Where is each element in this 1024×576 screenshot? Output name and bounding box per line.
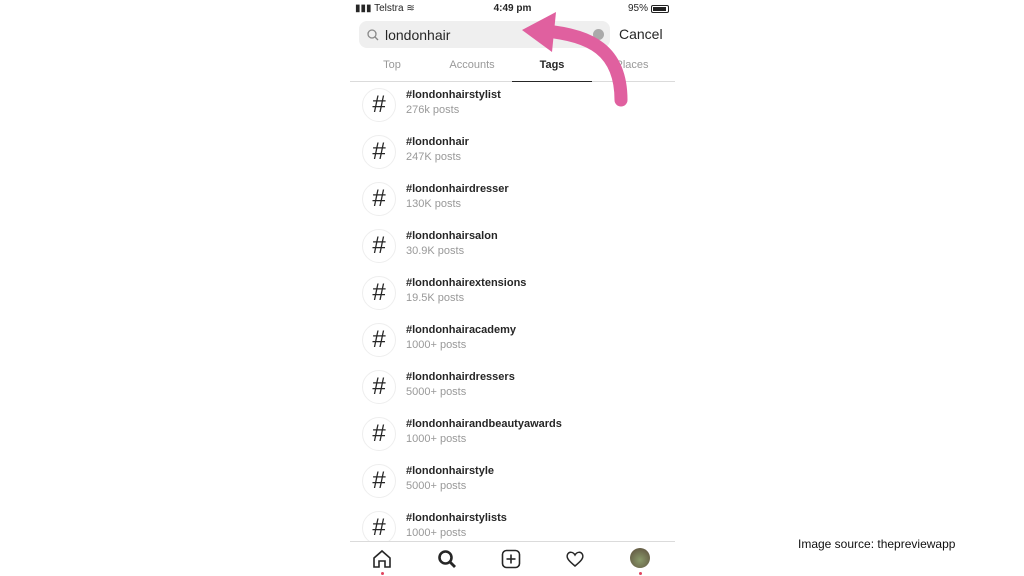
tab-tags[interactable]: Tags [512, 59, 592, 71]
phone-screen: ▮▮▮ Telstra ≋ 4:49 pm 95% londonhair Can… [350, 0, 675, 576]
list-item[interactable]: # #londonhair 247K posts [362, 133, 662, 173]
hashtag-icon: # [362, 182, 396, 216]
list-item[interactable]: # #londonhairstyle 5000+ posts [362, 462, 662, 502]
hashtag-name: #londonhairandbeautyawards [406, 418, 562, 430]
battery: 95% [628, 3, 669, 14]
hashtag-name: #londonhairstylist [406, 89, 501, 101]
clock: 4:49 pm [493, 3, 532, 14]
hashtag-icon: # [362, 276, 396, 310]
hashtag-name: #londonhairacademy [406, 324, 517, 336]
cancel-button[interactable]: Cancel [619, 26, 663, 42]
post-count: 276k posts [406, 104, 460, 116]
post-count: 247K posts [406, 151, 462, 163]
bottom-nav [350, 541, 675, 576]
profile-avatar[interactable] [630, 548, 650, 568]
search-query[interactable]: londonhair [385, 27, 450, 43]
hashtag-name: #londonhairdresser [406, 183, 509, 195]
hashtag-icon: # [362, 370, 396, 404]
post-count: 5000+ posts [406, 386, 467, 398]
list-item[interactable]: # #londonhairdressers 5000+ posts [362, 368, 662, 408]
post-count: 130K posts [406, 198, 462, 210]
search-icon[interactable] [436, 548, 458, 570]
home-icon[interactable] [371, 548, 393, 570]
post-count: 1000+ posts [406, 433, 467, 445]
hashtag-icon: # [362, 135, 396, 169]
heart-icon[interactable] [564, 548, 586, 570]
active-tab-indicator [512, 81, 592, 82]
home-notification-dot [381, 572, 384, 575]
hashtag-icon: # [362, 511, 396, 545]
hashtag-icon: # [362, 323, 396, 357]
post-count: 30.9K posts [406, 245, 465, 257]
post-count: 1000+ posts [406, 527, 467, 539]
list-item[interactable]: # #londonhairsalon 30.9K posts [362, 227, 662, 267]
search-tabs: Top Accounts Tags Places [350, 52, 675, 82]
post-count: 5000+ posts [406, 480, 467, 492]
tab-places[interactable]: Places [592, 59, 672, 71]
hashtag-icon: # [362, 229, 396, 263]
status-bar: ▮▮▮ Telstra ≋ 4:49 pm 95% [350, 0, 675, 16]
search-icon [367, 28, 379, 40]
image-credit: Image source: thepreviewapp [798, 537, 956, 551]
list-item[interactable]: # #londonhairextensions 19.5K posts [362, 274, 662, 314]
tab-accounts[interactable]: Accounts [432, 59, 512, 71]
hashtag-name: #londonhairextensions [406, 277, 527, 289]
list-item[interactable]: # #londonhairandbeautyawards 1000+ posts [362, 415, 662, 455]
list-item[interactable]: # #londonhairdresser 130K posts [362, 180, 662, 220]
hashtag-name: #londonhairdressers [406, 371, 515, 383]
post-count: 1000+ posts [406, 339, 467, 351]
list-item[interactable]: # #londonhairstylist 276k posts [362, 86, 662, 126]
hashtag-name: #londonhairstyle [406, 465, 495, 477]
battery-icon [651, 4, 669, 13]
hashtag-name: #londonhairsalon [406, 230, 498, 242]
search-input[interactable]: londonhair [359, 21, 610, 48]
profile-notification-dot [639, 572, 642, 575]
post-count: 19.5K posts [406, 292, 465, 304]
battery-percent: 95% [627, 3, 648, 14]
add-post-icon[interactable] [500, 548, 522, 570]
hashtag-icon: # [362, 417, 396, 451]
hashtag-icon: # [362, 88, 396, 122]
clear-search-icon[interactable] [593, 29, 604, 40]
hashtag-name: #londonhair [406, 136, 469, 148]
list-item[interactable]: # #londonhairacademy 1000+ posts [362, 321, 662, 361]
hashtag-name: #londonhairstylists [406, 512, 507, 524]
tab-top[interactable]: Top [352, 59, 432, 71]
hashtag-icon: # [362, 464, 396, 498]
